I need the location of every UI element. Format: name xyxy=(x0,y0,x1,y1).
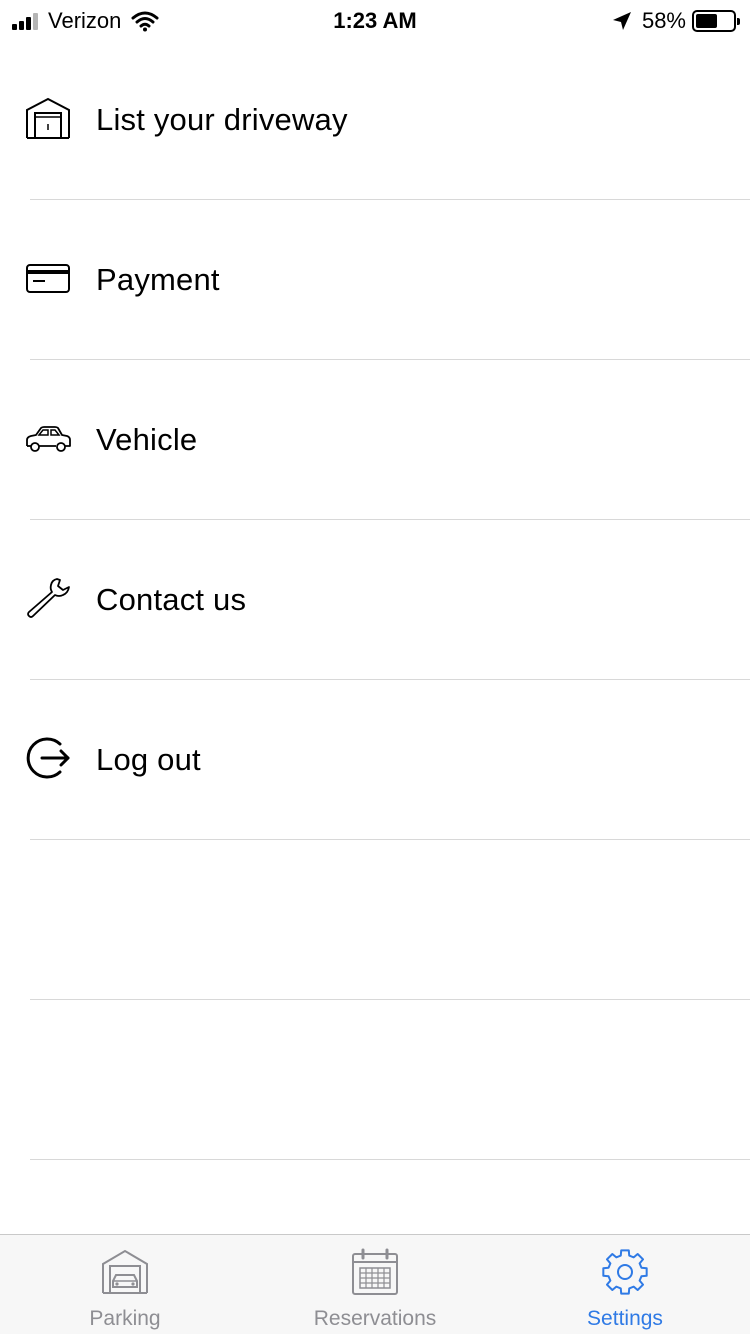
status-right: 58% xyxy=(612,8,740,34)
gear-icon xyxy=(602,1249,648,1295)
logout-icon xyxy=(26,737,70,779)
tab-reservations[interactable]: Reservations xyxy=(250,1235,500,1334)
menu-item-label: List your driveway xyxy=(96,102,348,137)
settings-menu: List your driveway Payment Vehicle Conta… xyxy=(0,40,750,1160)
menu-item-log-out[interactable]: Log out xyxy=(0,680,750,840)
calendar-icon xyxy=(352,1248,398,1295)
status-bar: Verizon 1:23 AM 58% xyxy=(0,0,750,40)
battery-icon xyxy=(692,10,740,32)
credit-card-icon xyxy=(26,264,70,293)
tab-parking[interactable]: Parking xyxy=(0,1235,250,1334)
menu-item-label: Vehicle xyxy=(96,422,198,457)
tab-label: Reservations xyxy=(313,1307,437,1330)
tab-label: Parking xyxy=(89,1307,161,1330)
tab-bar: Parking Reservations Settings xyxy=(0,1234,750,1334)
garage-icon xyxy=(26,97,70,139)
settings-screen: Verizon 1:23 AM 58% List your driveway P… xyxy=(0,0,750,1334)
menu-item-list-driveway[interactable]: List your driveway xyxy=(0,40,750,200)
menu-item-label: Log out xyxy=(96,742,201,777)
menu-item-label: Payment xyxy=(96,262,220,297)
menu-item-vehicle[interactable]: Vehicle xyxy=(0,360,750,520)
menu-item-contact-us[interactable]: Contact us xyxy=(0,520,750,680)
divider xyxy=(30,1159,750,1160)
battery-percent: 58% xyxy=(641,8,686,33)
gear-outline xyxy=(602,1249,648,1295)
car-icon xyxy=(26,426,71,452)
garage-car-icon xyxy=(102,1249,148,1294)
tab-label: Settings xyxy=(587,1307,663,1330)
menu-item-payment[interactable]: Payment xyxy=(0,200,750,360)
menu-item-empty xyxy=(0,1000,750,1160)
menu-item-empty xyxy=(0,840,750,1000)
tab-settings[interactable]: Settings xyxy=(500,1235,750,1334)
wrench-icon xyxy=(27,578,70,618)
menu-item-label: Contact us xyxy=(96,582,247,617)
location-arrow-icon xyxy=(612,12,631,30)
